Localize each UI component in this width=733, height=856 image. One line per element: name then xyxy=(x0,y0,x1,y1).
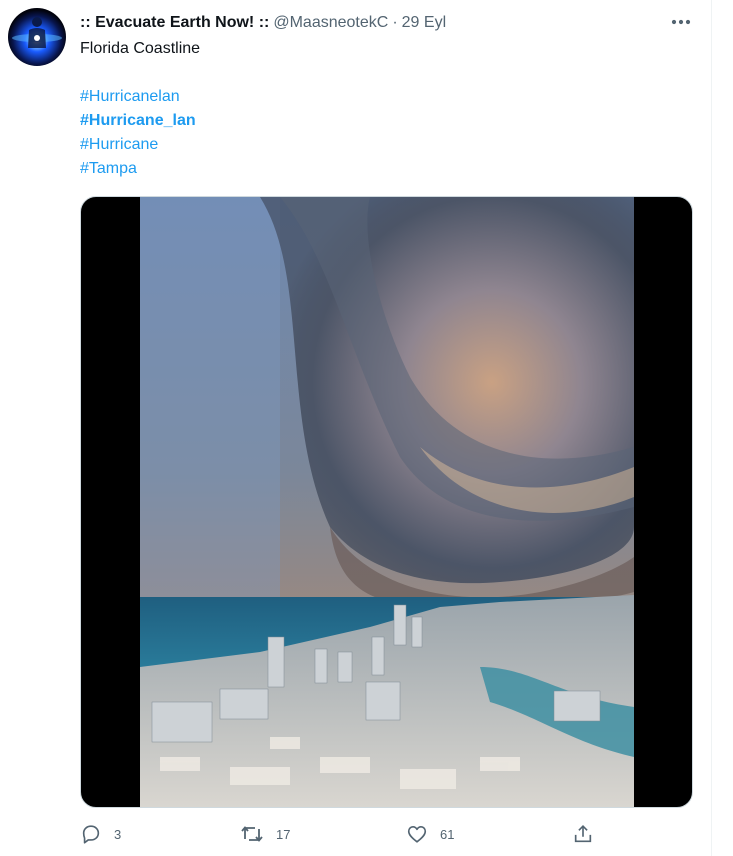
avatar-figure-icon xyxy=(12,17,62,48)
column-divider xyxy=(711,0,712,856)
hashtag-link[interactable]: #Hurricane xyxy=(80,133,196,157)
share-button[interactable] xyxy=(572,818,594,850)
like-button[interactable]: 61 xyxy=(406,818,454,850)
tweet-text: Florida Coastline xyxy=(80,40,201,57)
more-options-button[interactable] xyxy=(664,10,698,34)
reply-button[interactable]: 3 xyxy=(80,818,121,850)
hashtag-link[interactable]: #Hurricane_lan xyxy=(80,109,196,133)
author-name[interactable]: :: Evacuate Earth Now! :: xyxy=(80,14,269,32)
retweet-count: 17 xyxy=(276,826,291,842)
hurricane-photo xyxy=(140,197,634,807)
heart-icon xyxy=(407,826,427,843)
like-count: 61 xyxy=(440,826,455,842)
author-handle[interactable]: @MaasneotekC xyxy=(273,14,388,32)
hashtag-list: #Hurricanelan #Hurricane_lan #Hurricane … xyxy=(80,85,196,181)
more-horizontal-icon xyxy=(671,19,691,25)
separator-dot: · xyxy=(392,14,398,31)
tweet-actions: 3 17 61 xyxy=(80,818,600,850)
retweet-icon xyxy=(241,826,263,842)
tweet-date[interactable]: 29 Eyl xyxy=(402,14,446,32)
hashtag-link[interactable]: #Hurricanelan xyxy=(80,85,196,109)
tweet: :: Evacuate Earth Now! :: @MaasneotekC ·… xyxy=(0,0,712,856)
avatar[interactable] xyxy=(8,8,66,66)
share-icon xyxy=(574,825,592,843)
reply-icon xyxy=(82,825,100,844)
retweet-button[interactable]: 17 xyxy=(240,818,290,850)
tweet-media[interactable] xyxy=(80,196,693,808)
reply-count: 3 xyxy=(114,826,122,842)
hashtag-link[interactable]: #Tampa xyxy=(80,157,196,181)
tweet-header: :: Evacuate Earth Now! :: @MaasneotekC ·… xyxy=(80,12,446,34)
